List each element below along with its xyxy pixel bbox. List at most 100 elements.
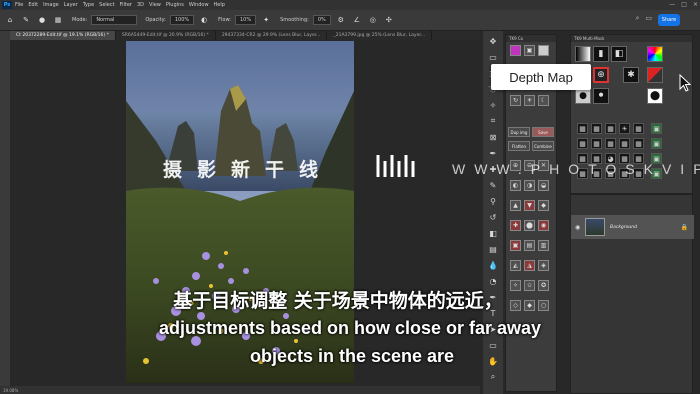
opacity-field[interactable]: 100%	[169, 15, 195, 25]
zone-2-icon[interactable]: ▦	[591, 123, 602, 134]
zoom-readout[interactable]: 19.08%	[3, 388, 18, 393]
menu-filter[interactable]: Filter	[120, 2, 132, 8]
zone-9-icon[interactable]: ▦	[605, 138, 616, 149]
tk-action-15-icon[interactable]: ▥	[538, 240, 549, 251]
smoothing-field[interactable]: 0%	[312, 15, 331, 25]
tk-action-5-icon[interactable]: ◑	[524, 180, 535, 191]
search-icon[interactable]: ⌕	[635, 14, 639, 23]
mask-drop-icon[interactable]: ●	[575, 88, 591, 104]
tk-action-11-icon[interactable]: ⬤	[524, 220, 535, 231]
tab-document-1[interactable]: Ct 20372289-Edit.tif @ 19.1% (RGB/16) *	[10, 31, 116, 40]
tk-action-16-icon[interactable]: ◭	[510, 260, 521, 271]
tk-action-12-icon[interactable]: ◉	[538, 220, 549, 231]
tk-action-8-icon[interactable]: ▼	[524, 200, 535, 211]
smoothing-settings-icon[interactable]: ⚙	[335, 14, 347, 26]
flatten-button[interactable]: Flatten	[508, 141, 530, 151]
brush-tool-icon[interactable]: ✎	[487, 179, 499, 191]
brush-preset-icon[interactable]: ●	[36, 14, 48, 26]
tab-document-3[interactable]: 29437334-CR2 @ 29.9% (Lens Blur, Layer..…	[216, 31, 328, 40]
workspace-icon[interactable]: ▭	[645, 14, 652, 23]
menu-layer[interactable]: Layer	[64, 2, 78, 8]
airbrush-icon[interactable]: ✦	[260, 14, 272, 26]
menu-image[interactable]: Image	[43, 2, 59, 8]
brush-tool-icon[interactable]: ✎	[20, 14, 32, 26]
zone-7-icon[interactable]: ▦	[577, 138, 588, 149]
zone-12-icon[interactable]: ▣	[651, 138, 662, 149]
close-button[interactable]: ×	[693, 1, 698, 8]
menu-3d[interactable]: 3D	[137, 2, 144, 8]
zone-3-icon[interactable]: ▦	[605, 123, 616, 134]
angle-icon[interactable]: ∠	[351, 14, 363, 26]
zone-11-icon[interactable]: ▦	[633, 138, 644, 149]
brush-settings-icon[interactable]: ▦	[52, 14, 64, 26]
gradient-mask-icon[interactable]	[575, 46, 591, 62]
tk-action-10-icon[interactable]: ✚	[510, 220, 521, 231]
history-brush-tool-icon[interactable]: ↺	[487, 211, 499, 223]
pressure-size-icon[interactable]: ◎	[367, 14, 379, 26]
combine-button[interactable]: Combine	[532, 141, 554, 151]
visibility-eye-icon[interactable]: ◉	[575, 224, 580, 231]
tk-color-swatch-icon[interactable]	[510, 45, 521, 56]
menu-plugins[interactable]: Plugins	[166, 2, 184, 8]
zone-1-icon[interactable]: ▦	[577, 123, 588, 134]
tk-action-6-icon[interactable]: ◒	[538, 180, 549, 191]
eyedropper-tool-icon[interactable]: ✒	[487, 147, 499, 159]
color-wheel-icon[interactable]	[647, 46, 663, 62]
tk-action-7-icon[interactable]: ▲	[510, 200, 521, 211]
menu-window[interactable]: Window	[189, 2, 209, 8]
mode-select[interactable]: Normal	[91, 15, 138, 25]
tk-moon-icon[interactable]: ☾	[538, 95, 549, 106]
move-tool-icon[interactable]: ✥	[487, 35, 499, 47]
mask-black-icon[interactable]: ▮	[593, 46, 609, 62]
crop-tool-icon[interactable]: ⌗	[487, 115, 499, 127]
menu-view[interactable]: View	[149, 2, 161, 8]
mask-brush-icon[interactable]: ⚫	[593, 88, 609, 104]
zone-10-icon[interactable]: ▦	[619, 138, 630, 149]
depth-map-target-icon[interactable]: ⊕	[593, 67, 609, 83]
tk-action-9-icon[interactable]: ◆	[538, 200, 549, 211]
blur-tool-icon[interactable]: 💧	[487, 259, 499, 271]
menu-edit[interactable]: Edit	[28, 2, 38, 8]
mask-circles-icon[interactable]: ⬤	[647, 88, 663, 104]
red-mask-icon[interactable]	[647, 67, 663, 83]
minimize-button[interactable]: —	[669, 1, 675, 8]
zone-8-icon[interactable]: ▦	[591, 138, 602, 149]
home-icon[interactable]: ⌂	[4, 14, 16, 26]
dup-img-button[interactable]: Dup img	[508, 127, 530, 137]
tk-refresh-icon[interactable]: ↻	[510, 95, 521, 106]
flow-field[interactable]: 10%	[235, 15, 257, 25]
symmetry-icon[interactable]: ✣	[383, 14, 395, 26]
artboard-tool-icon[interactable]: ▭	[487, 51, 499, 63]
tk-action-14-icon[interactable]: ▤	[524, 240, 535, 251]
zone-6-icon[interactable]: ▣	[651, 123, 662, 134]
menu-type[interactable]: Type	[83, 2, 94, 8]
zone-4-icon[interactable]: ☀	[619, 123, 630, 134]
pressure-opacity-icon[interactable]: ◐	[198, 14, 210, 26]
tab-document-4[interactable]: _21A3799.jpg @ 25% (Lens Blur, Layer...	[327, 31, 433, 40]
tk-action-13-icon[interactable]: ▣	[510, 240, 521, 251]
quick-select-tool-icon[interactable]: ✧	[487, 99, 499, 111]
layer-name[interactable]: Background	[610, 225, 637, 230]
mask-split-icon[interactable]: ◧	[611, 46, 627, 62]
zone-5-icon[interactable]: ▦	[633, 123, 644, 134]
stamp-tool-icon[interactable]: ⚲	[487, 195, 499, 207]
tk-action-4-icon[interactable]: ◐	[510, 180, 521, 191]
tk-white-icon[interactable]	[538, 45, 549, 56]
menu-select[interactable]: Select	[99, 2, 114, 8]
save-button[interactable]: Save	[532, 127, 554, 137]
zoom-tool-icon[interactable]: ⌕	[487, 371, 499, 383]
share-button[interactable]: Share	[658, 14, 680, 26]
tk-sun-icon[interactable]: ☀	[524, 95, 535, 106]
tab-document-2[interactable]: SR6A5449-Edit.tif @ 20.9% (RGB/16) *	[116, 31, 216, 40]
menu-help[interactable]: Help	[214, 2, 225, 8]
gradient-tool-icon[interactable]: ▤	[487, 243, 499, 255]
eraser-tool-icon[interactable]: ◧	[487, 227, 499, 239]
maximize-button[interactable]: □	[681, 1, 687, 8]
tk-action-17-icon[interactable]: ◮	[524, 260, 535, 271]
bug-icon[interactable]: ✱	[623, 67, 639, 83]
layer-row-background[interactable]: ◉ Background 🔒	[571, 215, 694, 239]
menu-file[interactable]: File	[15, 2, 23, 8]
tk-action-18-icon[interactable]: ◈	[538, 260, 549, 271]
tk-mask-icon[interactable]: ▣	[524, 45, 535, 56]
frame-tool-icon[interactable]: ⊠	[487, 131, 499, 143]
